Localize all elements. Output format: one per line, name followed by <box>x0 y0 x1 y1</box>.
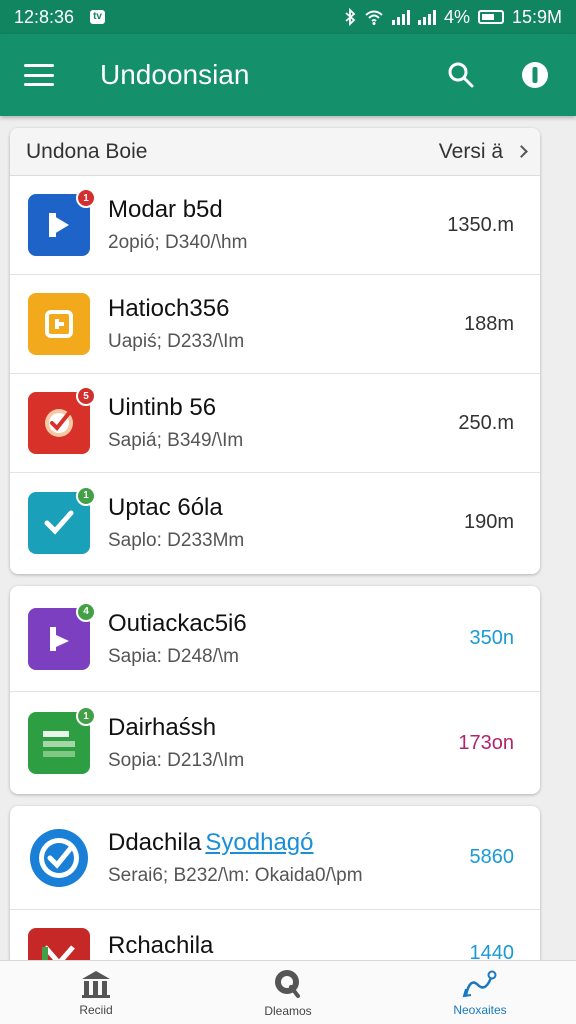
list-header: Undona Boie Versi ä <box>10 128 540 176</box>
version-sort-button[interactable]: Versi ä <box>438 139 528 164</box>
search-q-icon <box>275 969 300 998</box>
app-name: Dairhaśsh <box>108 714 217 741</box>
list-item[interactable]: Hatioch356 Uapiś; D233/\Im 188m <box>10 275 540 374</box>
app-size: 5860 <box>469 846 515 868</box>
list-item[interactable]: Rchachila 1440 <box>10 910 540 966</box>
menu-icon[interactable] <box>24 64 54 86</box>
notification-badge: 4 <box>76 601 96 622</box>
blue-check-circle-icon <box>28 827 90 889</box>
app-list-card-2: 4 Outiackac5i6 Sapia: D248/\m 350n 1 Dai… <box>10 586 540 794</box>
notification-badge: 1 <box>76 188 96 208</box>
list-item[interactable]: 1 Modar b5d 2opió; D340/\hm 1350.m <box>10 176 540 275</box>
app-subtitle: Uapiś; D233/\Im <box>108 331 245 352</box>
nav-item-reciid[interactable]: Reciid <box>0 961 192 1024</box>
red-check-icon: 5 <box>28 386 96 454</box>
status-clock: 15:9M <box>511 6 562 27</box>
nav-item-neoxaites[interactable]: Neoxaites <box>384 961 576 1024</box>
search-icon[interactable] <box>444 58 478 92</box>
list-item[interactable]: 1 Dairhaśsh Sopia: D213/\Im 173on <box>10 692 540 794</box>
status-bar: 12:8:36 tv 4% 15:9M <box>0 0 576 34</box>
app-subtitle: Sapiá; B349/\Im <box>108 430 244 451</box>
wifi-icon <box>365 10 383 25</box>
app-name: Ddachila Syodhagó <box>108 829 460 857</box>
list-header-title: Undona Boie <box>26 139 148 163</box>
app-subtitle: 2opió; D340/\hm <box>108 232 248 253</box>
nav-item-dleamos[interactable]: Dleamos <box>192 961 384 1024</box>
app-size: 250.m <box>458 411 514 434</box>
app-size: 1350.m <box>447 213 514 236</box>
app-list-card-3: Ddachila Syodhagó Serai6; B232/\m: Okaida… <box>10 806 540 966</box>
chevron-right-icon <box>515 145 528 158</box>
notification-badge: 1 <box>76 706 96 726</box>
app-subtitle: Sopia: D213/\Im <box>108 750 245 771</box>
tv-icon: tv <box>90 10 105 24</box>
app-name: Hatioch356 <box>108 295 230 322</box>
list-item[interactable]: Ddachila Syodhagó Serai6; B232/\m: Okaida… <box>10 806 540 910</box>
route-icon <box>462 970 497 997</box>
app-name: Rchachila <box>108 932 214 959</box>
bank-icon <box>82 970 110 998</box>
list-item[interactable]: 1 Uptac 6óla Saplo: D233Mm 190m <box>10 473 540 572</box>
app-size: 188m <box>463 312 514 335</box>
green-sheet-icon: 1 <box>28 706 96 774</box>
teal-check-icon: 1 <box>28 485 96 554</box>
blue-play-icon: 1 <box>28 188 96 256</box>
app-name-text: Ddachila <box>108 828 202 856</box>
status-time: 12:8:36 <box>14 6 75 27</box>
bluetooth-icon <box>345 8 356 26</box>
battery-icon <box>477 10 504 24</box>
battery-percent: 4% <box>443 6 470 27</box>
app-bar: Undoonsian <box>0 34 576 116</box>
nav-label: Dleamos <box>264 1003 312 1018</box>
signal-icon <box>391 9 410 25</box>
list-item[interactable]: 5 Uintinb 56 Sapiá; B349/\Im 250.m <box>10 374 540 473</box>
app-subtitle: Sapia: D248/\m <box>108 645 239 667</box>
app-name: Modar b5d <box>108 196 223 223</box>
app-size: 350n <box>469 627 515 649</box>
app-size: 190m <box>463 511 514 533</box>
version-label: Versi ä <box>438 139 503 163</box>
nav-label: Neoxaites <box>453 1002 507 1017</box>
app-list-card-1: Undona Boie Versi ä 1 Modar b5d 2opió; D… <box>10 128 540 574</box>
app-name: Uintinb 56 <box>108 394 217 421</box>
notification-badge: 1 <box>76 485 96 506</box>
purple-play-icon: 4 <box>28 601 96 670</box>
notification-badge: 5 <box>76 386 96 406</box>
app-subtitle: Saplo: D233Mm <box>108 529 245 551</box>
signal-icon-2 <box>417 9 436 25</box>
bottom-nav: Reciid Dleamos Neoxaites <box>0 960 576 1024</box>
app-subtitle: Serai6; B232/\m: Okaida0/\pm <box>108 864 363 886</box>
list-item[interactable]: 4 Outiackac5i6 Sapia: D248/\m 350n <box>10 586 540 692</box>
info-icon[interactable] <box>518 58 552 92</box>
nav-label: Reciid <box>79 1002 113 1017</box>
app-name: Outiackac5i6 <box>108 609 247 637</box>
app-name: Uptac 6óla <box>108 493 223 521</box>
app-link[interactable]: Syodhagó <box>205 829 313 856</box>
app-size: 173on <box>458 731 514 754</box>
app-title: Undoonsian <box>100 59 250 90</box>
yellow-square-icon <box>28 293 90 355</box>
